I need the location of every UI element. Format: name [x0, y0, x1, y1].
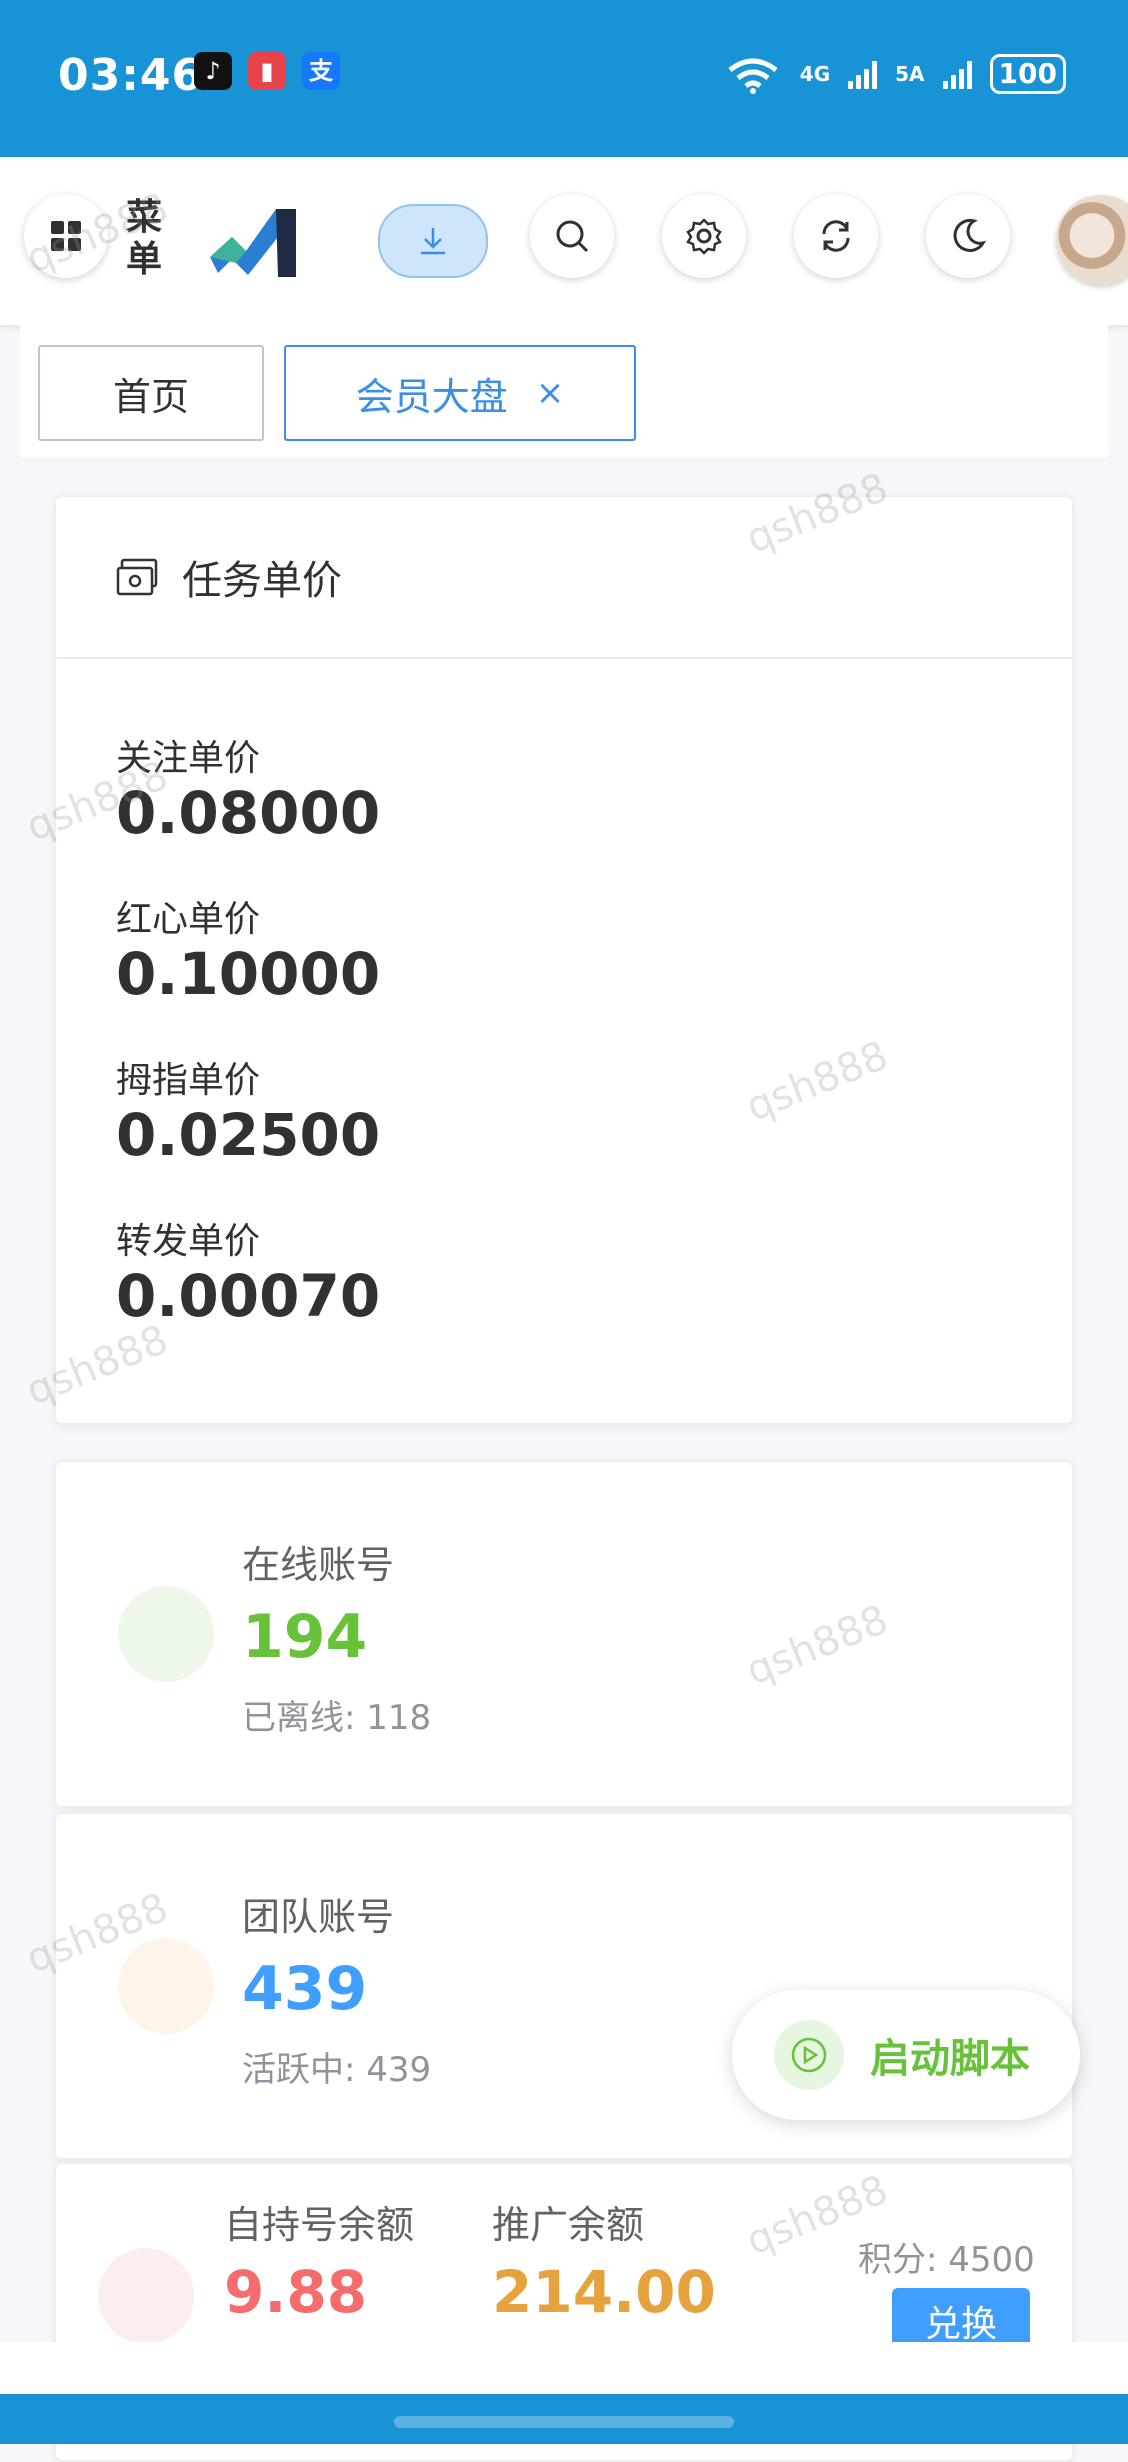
offline-count: 已离线: 118	[242, 1698, 432, 1738]
price-value: 0.08000	[116, 779, 381, 847]
grid-icon	[51, 221, 81, 251]
active-count: 活跃中: 439	[242, 2050, 432, 2090]
team-accounts-label: 团队账号	[242, 1895, 395, 1939]
signal-bars-icon	[848, 59, 878, 89]
self-balance-value: 9.88	[224, 2258, 368, 2326]
task-price-card: 任务单价 关注单价 0.08000 红心单价 0.10000 拇指单价 0.02…	[54, 495, 1074, 1425]
status-indicators: 4G 5A 100	[724, 52, 1066, 96]
battery-icon: 100	[989, 54, 1066, 94]
money-icon	[116, 558, 158, 596]
online-accounts-label: 在线账号	[242, 1543, 395, 1587]
price-value: 0.10000	[116, 940, 381, 1008]
self-balance-label: 自持号余额	[224, 2203, 415, 2247]
refresh-icon	[822, 220, 850, 252]
start-script-label: 启动脚本	[870, 2036, 1030, 2082]
app-header: 菜单	[0, 157, 1128, 325]
dark-mode-button[interactable]	[926, 194, 1010, 278]
tiktok-icon: ♪	[194, 52, 232, 90]
status-time: 03:46	[58, 50, 204, 101]
system-nav-bar	[0, 2394, 1128, 2444]
start-script-button[interactable]: 启动脚本	[732, 1990, 1080, 2120]
task-price-card-header: 任务单价	[56, 497, 1072, 659]
wifi-icon	[728, 58, 778, 94]
price-value: 0.00070	[116, 1262, 381, 1330]
price-label: 拇指单价	[116, 1060, 261, 1101]
download-icon	[421, 228, 445, 255]
team-accounts-value: 439	[242, 1954, 368, 2024]
task-price-title: 任务单价	[182, 558, 342, 604]
play-icon	[774, 2020, 844, 2090]
promo-balance-value: 214.00	[492, 2258, 716, 2326]
download-button[interactable]	[378, 204, 488, 278]
menu-label[interactable]: 菜单	[126, 197, 166, 281]
tabs-bar: 首页 会员大盘 ×	[20, 325, 1108, 457]
refresh-button[interactable]	[794, 194, 878, 278]
menu-button[interactable]	[24, 194, 108, 278]
points-label: 积分: 4500	[858, 2240, 1035, 2280]
price-label: 红心单价	[116, 899, 261, 940]
price-item: 转发单价 0.00070	[116, 1220, 380, 1328]
price-label: 转发单价	[116, 1221, 261, 1262]
online-accounts-value: 194	[242, 1602, 368, 1672]
network-5a-label: 5A	[895, 62, 925, 86]
alipay-icon: 支	[302, 52, 340, 90]
online-status-dot	[118, 1586, 214, 1682]
price-value: 0.02500	[116, 1101, 381, 1169]
search-icon	[556, 220, 589, 253]
team-status-dot	[118, 1938, 214, 2034]
settings-button[interactable]	[662, 194, 746, 278]
tab-home-label: 首页	[112, 374, 189, 419]
status-bar: 03:46 ♪ ▮ 支 4G 5A 100	[0, 0, 1128, 157]
balance-status-dot	[98, 2248, 194, 2344]
signal-bars-icon	[942, 59, 972, 89]
price-label: 关注单价	[116, 738, 261, 779]
price-item: 拇指单价 0.02500	[116, 1059, 380, 1167]
tab-home[interactable]: 首页	[38, 345, 264, 441]
moon-icon	[953, 218, 987, 252]
avatar[interactable]	[1056, 195, 1128, 285]
online-accounts-card: 在线账号 194 已离线: 118	[54, 1460, 1074, 1808]
price-item: 红心单价 0.10000	[116, 898, 380, 1006]
network-4g-label: 4G	[799, 62, 831, 86]
search-button[interactable]	[530, 194, 614, 278]
close-icon[interactable]: ×	[536, 373, 565, 413]
bottom-spacer	[0, 2342, 1128, 2394]
tab-member-dashboard[interactable]: 会员大盘 ×	[284, 345, 636, 441]
logo-icon	[210, 209, 296, 277]
promo-balance-label: 推广余额	[492, 2203, 645, 2247]
price-item: 关注单价 0.08000	[116, 737, 380, 845]
gear-icon	[686, 218, 722, 255]
home-indicator[interactable]	[394, 2416, 734, 2428]
book-app-icon: ▮	[248, 52, 286, 90]
tab-member-dashboard-label: 会员大盘	[355, 374, 508, 419]
